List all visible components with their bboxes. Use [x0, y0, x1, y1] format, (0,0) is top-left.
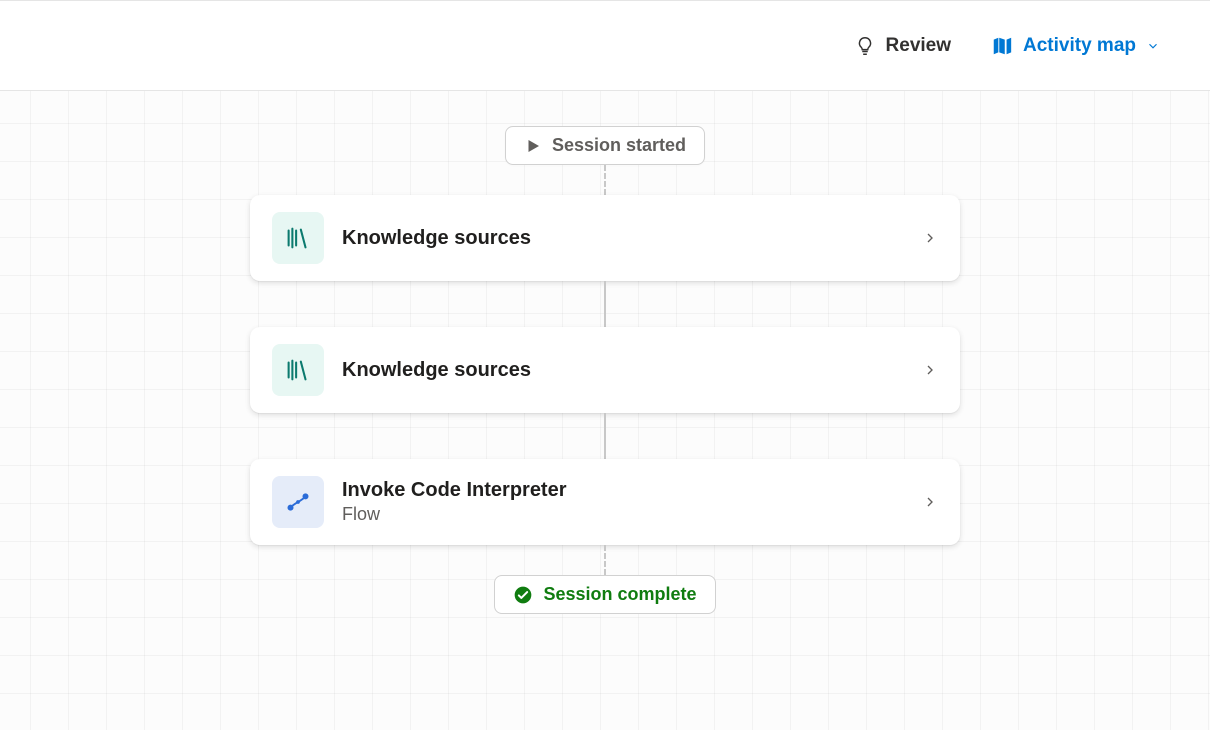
- card-content: Invoke Code Interpreter Flow: [342, 479, 904, 525]
- chevron-right-icon: [922, 362, 938, 378]
- flow-container: Session started Knowledge sources: [250, 126, 960, 614]
- session-complete-label: Session complete: [543, 584, 696, 605]
- books-icon: [283, 223, 313, 253]
- flow-step-knowledge-sources[interactable]: Knowledge sources: [250, 195, 960, 281]
- card-icon-wrap: [272, 212, 324, 264]
- card-title: Knowledge sources: [342, 227, 904, 250]
- card-title: Invoke Code Interpreter: [342, 479, 904, 502]
- session-complete-pill[interactable]: Session complete: [494, 575, 715, 614]
- chevron-down-icon: [1146, 39, 1160, 53]
- card-content: Knowledge sources: [342, 359, 904, 382]
- review-label: Review: [886, 35, 951, 57]
- card-title: Knowledge sources: [342, 359, 904, 382]
- session-start-label: Session started: [552, 135, 686, 156]
- lightbulb-icon: [854, 35, 876, 57]
- connector: [604, 165, 606, 195]
- connector: [604, 545, 606, 575]
- review-button[interactable]: Review: [854, 35, 951, 57]
- flow-icon: [283, 487, 313, 517]
- check-circle-icon: [513, 585, 533, 605]
- books-icon: [283, 355, 313, 385]
- card-icon-wrap: [272, 476, 324, 528]
- activity-map-button[interactable]: Activity map: [991, 35, 1160, 57]
- card-content: Knowledge sources: [342, 227, 904, 250]
- connector: [604, 413, 606, 459]
- flow-step-invoke-code-interpreter[interactable]: Invoke Code Interpreter Flow: [250, 459, 960, 545]
- activity-map-label: Activity map: [1023, 35, 1136, 57]
- header-toolbar: Review Activity map: [0, 0, 1210, 91]
- flow-step-knowledge-sources[interactable]: Knowledge sources: [250, 327, 960, 413]
- chevron-right-icon: [922, 494, 938, 510]
- map-icon: [991, 35, 1013, 57]
- chevron-right-icon: [922, 230, 938, 246]
- play-icon: [524, 137, 542, 155]
- connector: [604, 281, 606, 327]
- session-start-pill[interactable]: Session started: [505, 126, 705, 165]
- card-subtitle: Flow: [342, 504, 904, 525]
- activity-map-canvas[interactable]: Session started Knowledge sources: [0, 91, 1210, 730]
- card-icon-wrap: [272, 344, 324, 396]
